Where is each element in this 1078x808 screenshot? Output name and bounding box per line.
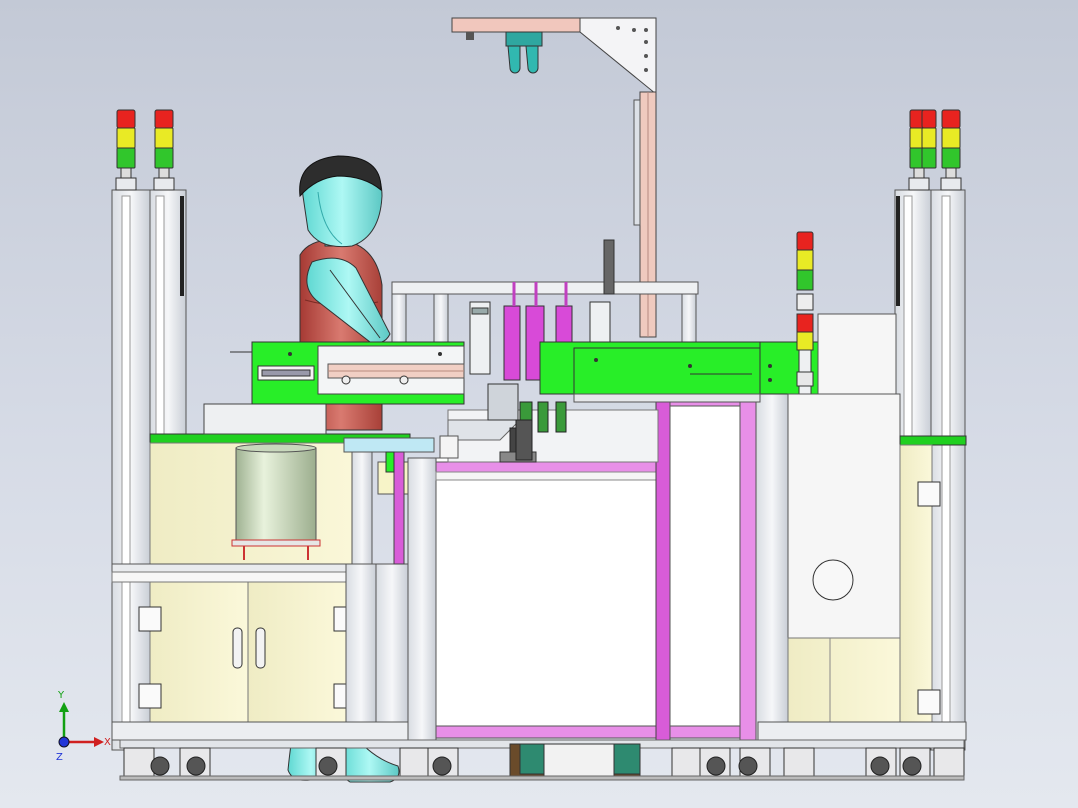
tower-light-right-2 (921, 109, 937, 169)
tower-light-center (796, 231, 814, 395)
tower-light-right-3 (940, 109, 962, 191)
x-axis-label: X (104, 737, 111, 748)
y-axis-label: Y (57, 690, 65, 701)
z-axis-label: Z (56, 752, 63, 763)
cad-viewport[interactable]: Y X Z (0, 0, 1078, 808)
tower-light-left-1 (115, 109, 137, 191)
linear-module-left (230, 341, 465, 405)
axis-triad: Y X Z (56, 690, 111, 763)
base-and-casters (119, 739, 965, 781)
tower-light-left-2 (153, 109, 175, 191)
machine-drawing: Y X Z (56, 17, 967, 783)
